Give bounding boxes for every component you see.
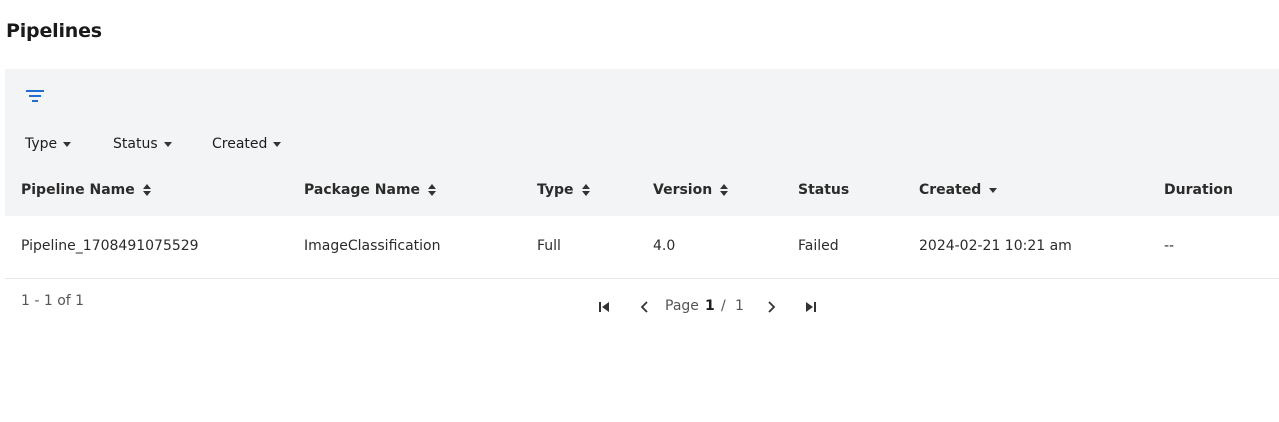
last-page-icon [806, 302, 816, 312]
page-label: Page [665, 298, 699, 314]
filter-created-label: Created [212, 136, 268, 152]
sort-icon [720, 184, 729, 196]
last-page-button[interactable] [802, 298, 820, 316]
column-label: Version [653, 182, 713, 198]
column-header-created[interactable]: Created [919, 180, 998, 200]
current-page: 1 [705, 298, 715, 314]
cell-created: 2024-02-21 10:21 am [919, 238, 1072, 254]
column-header-package-name[interactable]: Package Name [304, 180, 437, 200]
sort-icon [581, 184, 590, 196]
pipelines-table: Type Status Created Pipeline Name Packag… [5, 69, 1279, 329]
table-row[interactable]: Pipeline_1708491075529 ImageClassificati… [5, 216, 1279, 279]
cell-package-name: ImageClassification [304, 238, 441, 254]
chevron-left-icon [640, 301, 648, 313]
page-separator: / [721, 298, 726, 314]
chevron-right-icon [768, 301, 776, 313]
cell-version: 4.0 [653, 238, 676, 254]
filter-type-label: Type [25, 136, 58, 152]
caret-down-icon [63, 141, 72, 147]
first-page-button[interactable] [595, 298, 613, 316]
column-label: Status [798, 182, 850, 198]
next-page-button[interactable] [762, 298, 780, 316]
filter-status-dropdown[interactable]: Status [113, 134, 172, 154]
column-label: Created [919, 182, 982, 198]
column-label: Type [537, 182, 574, 198]
first-page-icon [599, 302, 609, 312]
filter-created-dropdown[interactable]: Created [212, 134, 282, 154]
column-label: Pipeline Name [21, 182, 135, 198]
column-header-version[interactable]: Version [653, 180, 729, 200]
cell-type: Full [537, 238, 561, 254]
table-footer: 1 - 1 of 1 Page 1 / 1 [5, 279, 1279, 329]
table-header: Type Status Created Pipeline Name Packag… [5, 69, 1279, 216]
caret-down-icon [273, 141, 282, 147]
cell-status: Failed [798, 238, 839, 254]
cell-duration: -- [1164, 238, 1175, 254]
previous-page-button[interactable] [636, 298, 654, 316]
total-pages: 1 [735, 298, 744, 314]
column-label: Duration [1164, 182, 1234, 198]
sort-icon [142, 184, 151, 196]
cell-pipeline-name: Pipeline_1708491075529 [21, 238, 199, 254]
column-label: Package Name [304, 182, 421, 198]
filter-status-label: Status [113, 136, 158, 152]
page-title: Pipelines [6, 20, 102, 42]
column-header-status: Status [798, 180, 849, 200]
column-header-duration: Duration [1164, 180, 1233, 200]
caret-down-icon [163, 141, 172, 147]
sort-desc-icon [989, 187, 998, 193]
filter-type-dropdown[interactable]: Type [25, 134, 72, 154]
row-count: 1 - 1 of 1 [21, 293, 85, 309]
sort-icon [428, 184, 437, 196]
filter-icon[interactable] [25, 88, 45, 104]
column-header-pipeline-name[interactable]: Pipeline Name [21, 180, 151, 200]
column-header-type[interactable]: Type [537, 180, 590, 200]
